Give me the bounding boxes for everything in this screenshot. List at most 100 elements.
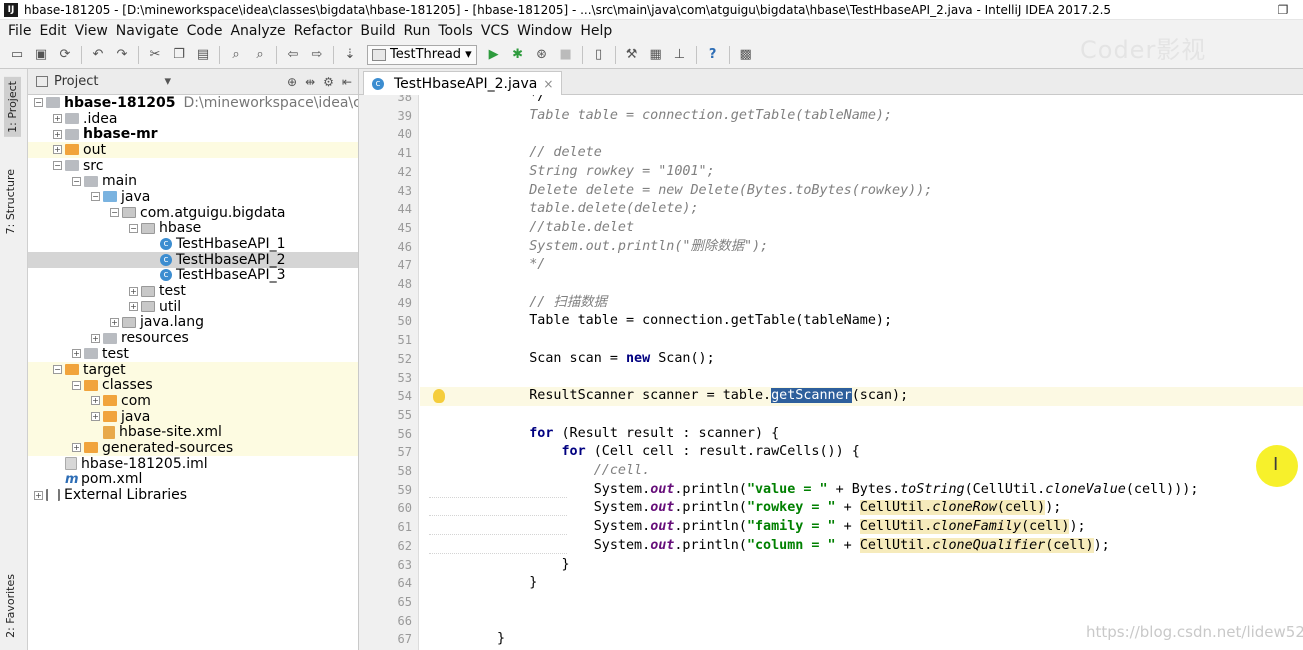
- expand-icon[interactable]: +: [72, 443, 81, 453]
- paste-icon[interactable]: ▤: [192, 44, 214, 66]
- collapse-icon[interactable]: −: [53, 365, 62, 375]
- tree-item-testhbaseapi-1[interactable]: c TestHbaseAPI_1: [28, 236, 358, 252]
- tree-item-hbase-181205[interactable]: − hbase-181205 D:\mineworkspace\idea\class…: [28, 95, 358, 111]
- close-tab-icon[interactable]: ×: [543, 77, 553, 91]
- code-line[interactable]: //table.delet: [497, 219, 634, 238]
- code-line[interactable]: }: [497, 574, 537, 593]
- editor-tab-testhbaseapi2[interactable]: c TestHbaseAPI_2.java ×: [363, 71, 563, 95]
- code-line[interactable]: //cell.: [497, 462, 650, 481]
- expand-icon[interactable]: +: [72, 349, 81, 359]
- tree-item-src[interactable]: − src: [28, 158, 358, 174]
- tree-item-testhbaseapi-3[interactable]: c TestHbaseAPI_3: [28, 267, 358, 283]
- collapse-icon[interactable]: −: [91, 192, 100, 202]
- code-line[interactable]: // 扫描数据: [497, 294, 607, 313]
- save-all-icon[interactable]: ▣: [30, 44, 52, 66]
- code-line[interactable]: */: [497, 256, 545, 275]
- tree-item-hbase-181205-iml[interactable]: hbase-181205.iml: [28, 456, 358, 472]
- build-icon[interactable]: ⇣: [339, 44, 361, 66]
- tree-item-hbase-mr[interactable]: + hbase-mr: [28, 126, 358, 142]
- forward-icon[interactable]: ⇨: [306, 44, 328, 66]
- code-line[interactable]: }: [497, 630, 505, 649]
- menu-file[interactable]: File: [4, 23, 35, 39]
- menu-build[interactable]: Build: [356, 23, 399, 39]
- tree-item-test[interactable]: + test: [28, 346, 358, 362]
- run-icon[interactable]: ▶: [483, 44, 505, 66]
- tree-item-testhbaseapi-2[interactable]: c TestHbaseAPI_2: [28, 252, 358, 268]
- vcs-icon[interactable]: ▯: [588, 44, 610, 66]
- expand-icon[interactable]: +: [91, 333, 100, 343]
- expand-icon[interactable]: +: [91, 396, 100, 406]
- tree-item-target[interactable]: − target: [28, 362, 358, 378]
- code-line[interactable]: ResultScanner scanner = table.getScanner…: [497, 387, 908, 406]
- code-line[interactable]: table.delete(delete);: [497, 200, 698, 219]
- menu-run[interactable]: Run: [400, 23, 435, 39]
- code-line[interactable]: // delete: [497, 144, 602, 163]
- code-editor[interactable]: 38 39 40 41 42 43 44 45 46 47 48 49 50 51 52 53 54 55 56 57…: [359, 95, 1303, 650]
- scroll-from-source-icon[interactable]: ⊕: [287, 75, 297, 89]
- tree-item-hbase[interactable]: − hbase: [28, 220, 358, 236]
- tree-item-external-libraries[interactable]: + External Libraries: [28, 487, 358, 503]
- replace-icon[interactable]: ⌕: [249, 44, 271, 66]
- menu-code[interactable]: Code: [183, 23, 227, 39]
- tree-item-java[interactable]: − java: [28, 189, 358, 205]
- code-line[interactable]: */: [497, 95, 545, 107]
- cut-icon[interactable]: ✂: [144, 44, 166, 66]
- code-line[interactable]: }: [497, 556, 569, 575]
- code-line[interactable]: Table table = connection.getTable(tableN…: [497, 312, 892, 331]
- intention-bulb-icon[interactable]: [433, 389, 445, 404]
- project-tool-tab[interactable]: 1: Project: [4, 77, 21, 137]
- code-line[interactable]: for (Result result : scanner) {: [497, 425, 779, 444]
- menu-analyze[interactable]: Analyze: [226, 23, 289, 39]
- tree-item-generated-sources[interactable]: + generated-sources: [28, 440, 358, 456]
- settings-icon[interactable]: ⚒: [621, 44, 643, 66]
- tree-item-util[interactable]: + util: [28, 299, 358, 315]
- tree-item-main[interactable]: − main: [28, 173, 358, 189]
- tree-item-hbase-site-xml[interactable]: hbase-site.xml: [28, 424, 358, 440]
- tree-item-out[interactable]: + out: [28, 142, 358, 158]
- sync-icon[interactable]: ⟳: [54, 44, 76, 66]
- open-folder-icon[interactable]: ▭: [6, 44, 28, 66]
- collapse-icon[interactable]: −: [110, 208, 119, 218]
- expand-icon[interactable]: +: [53, 114, 62, 124]
- back-icon[interactable]: ⇦: [282, 44, 304, 66]
- tree-item--idea[interactable]: + .idea: [28, 111, 358, 127]
- expand-icon[interactable]: +: [53, 145, 62, 155]
- run-configuration-select[interactable]: TestThread ▾: [367, 44, 477, 65]
- menu-navigate[interactable]: Navigate: [112, 23, 183, 39]
- help-icon[interactable]: ?: [702, 44, 724, 66]
- tree-item-java-lang[interactable]: + java.lang: [28, 314, 358, 330]
- code-line[interactable]: System.out.println("rowkey = " + CellUti…: [497, 499, 1061, 518]
- menu-edit[interactable]: Edit: [35, 23, 70, 39]
- coverage-icon[interactable]: ⊛: [531, 44, 553, 66]
- terminal-icon[interactable]: ▩: [735, 44, 757, 66]
- project-view-dropdown-icon[interactable]: ▾: [164, 74, 171, 89]
- collapse-icon[interactable]: −: [72, 176, 81, 186]
- structure-tool-tab[interactable]: 7: Structure: [4, 169, 17, 234]
- tree-item-com-atguigu-bigdata[interactable]: − com.atguigu.bigdata: [28, 205, 358, 221]
- code-line[interactable]: System.out.println("value = " + Bytes.to…: [497, 481, 1199, 500]
- menu-window[interactable]: Window: [513, 23, 576, 39]
- expand-icon[interactable]: +: [91, 412, 100, 422]
- collapse-icon[interactable]: −: [53, 161, 62, 171]
- collapse-icon[interactable]: −: [129, 223, 138, 233]
- code-line[interactable]: System.out.println("删除数据");: [497, 238, 768, 257]
- hide-panel-icon[interactable]: ⇤: [342, 75, 352, 89]
- tree-item-com[interactable]: + com: [28, 393, 358, 409]
- code-line[interactable]: System.out.println("family = " + CellUti…: [497, 518, 1086, 537]
- collapse-all-icon[interactable]: ⇹: [305, 75, 315, 89]
- expand-icon[interactable]: +: [110, 317, 119, 327]
- project-panel-title[interactable]: Project: [54, 74, 98, 89]
- expand-icon[interactable]: +: [53, 129, 62, 139]
- menu-refactor[interactable]: Refactor: [290, 23, 357, 39]
- redo-icon[interactable]: ↷: [111, 44, 133, 66]
- restore-window-icon[interactable]: ❐: [1263, 0, 1303, 20]
- code-line[interactable]: Delete delete = new Delete(Bytes.toBytes…: [497, 182, 932, 201]
- expand-icon[interactable]: +: [129, 286, 138, 296]
- code-line[interactable]: for (Cell cell : result.rawCells()) {: [497, 443, 860, 462]
- menu-help[interactable]: Help: [576, 23, 616, 39]
- expand-icon[interactable]: +: [34, 490, 43, 500]
- gear-icon[interactable]: ⚙: [323, 75, 334, 89]
- menu-vcs[interactable]: VCS: [477, 23, 513, 39]
- stop-icon[interactable]: ■: [555, 44, 577, 66]
- menu-view[interactable]: View: [71, 23, 112, 39]
